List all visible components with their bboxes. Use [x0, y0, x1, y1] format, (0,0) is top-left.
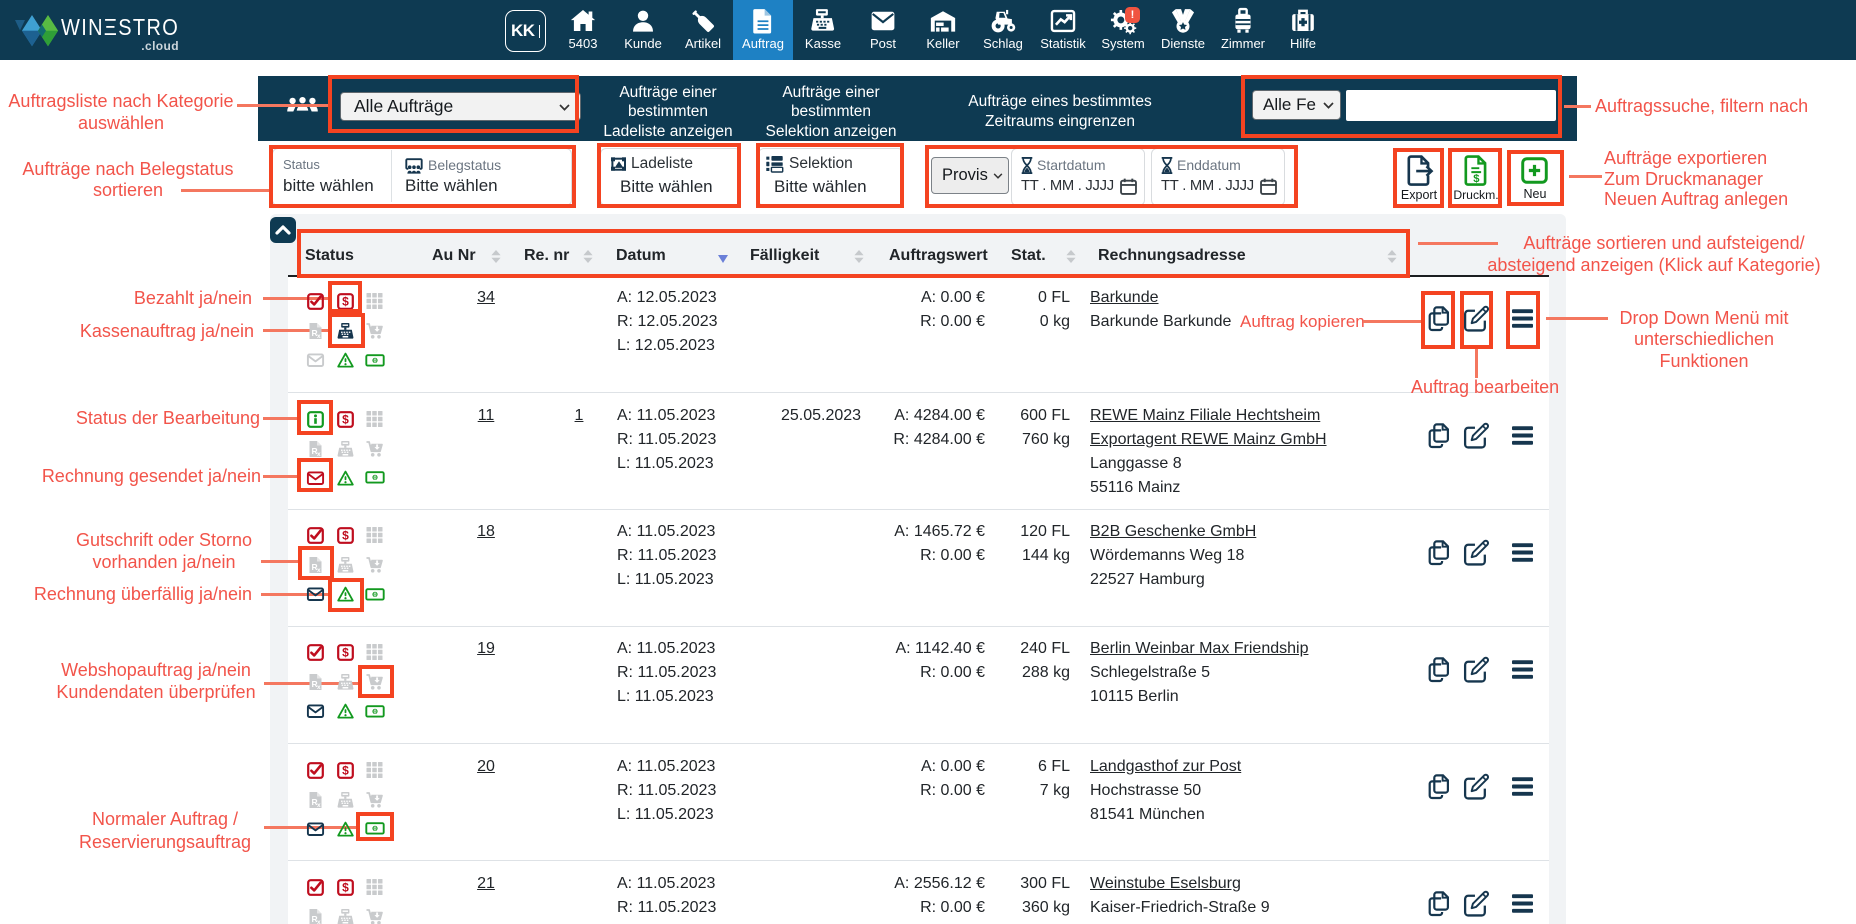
svg-text:x: x	[317, 919, 321, 924]
svg-text:0: 0	[373, 709, 376, 715]
svg-text:$: $	[342, 646, 349, 660]
svg-text:$: $	[342, 763, 349, 777]
svg-text:$: $	[342, 880, 349, 894]
svg-text:0: 0	[373, 358, 376, 364]
svg-text:x: x	[317, 451, 321, 458]
svg-text:$: $	[342, 529, 349, 543]
svg-text:$: $	[342, 412, 349, 426]
svg-text:0: 0	[373, 592, 376, 598]
svg-text:x: x	[317, 684, 321, 691]
svg-text:x: x	[317, 333, 321, 340]
svg-text:x: x	[317, 802, 321, 809]
svg-text:0: 0	[373, 475, 376, 481]
